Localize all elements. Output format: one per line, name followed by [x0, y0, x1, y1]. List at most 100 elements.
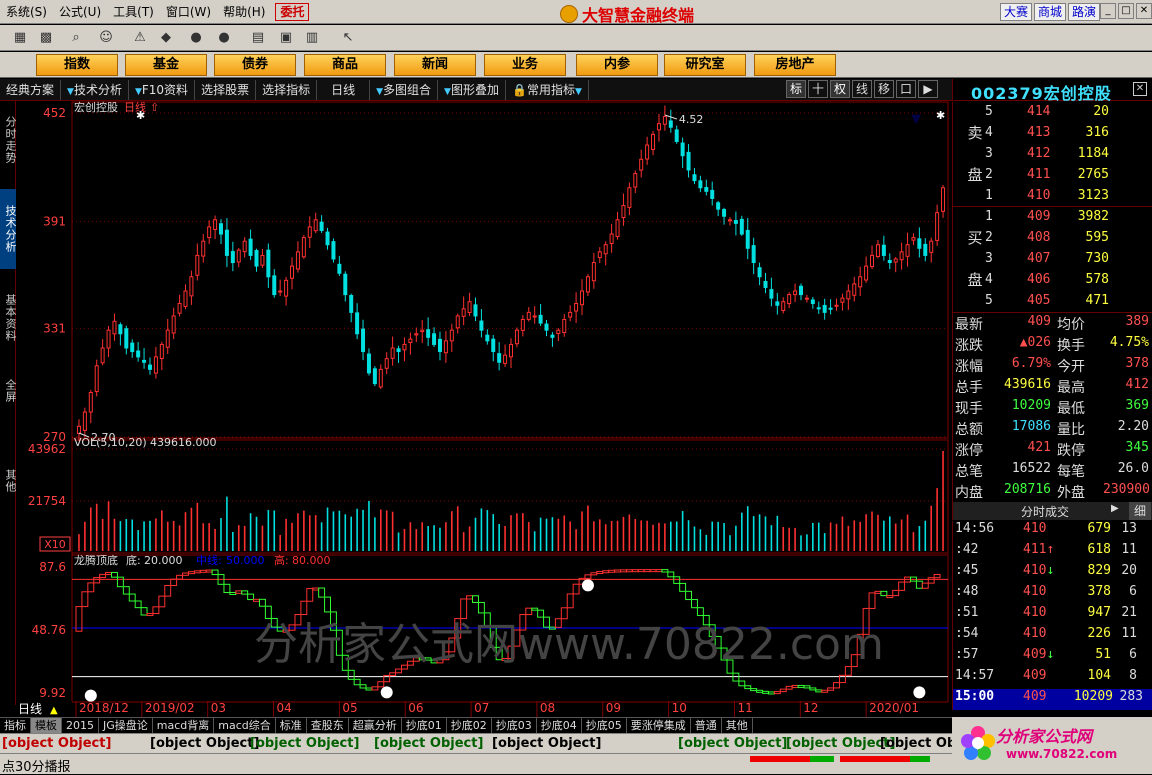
cat-insider[interactable]: 内参	[576, 54, 658, 76]
printer-icon[interactable]: ▤	[248, 28, 268, 48]
cat-commodity[interactable]: 商品	[304, 54, 386, 76]
trade-row[interactable]: :45 410↓ 829 20	[952, 563, 1152, 584]
indicator-tab[interactable]: 标准	[276, 718, 307, 734]
play-icon[interactable]: ▶	[1111, 503, 1119, 514]
indicator-tab[interactable]: macd背离	[153, 718, 215, 734]
minimize-icon[interactable]: _	[1100, 3, 1116, 19]
trade-row[interactable]: :54 410 226 11	[952, 626, 1152, 647]
cat-index[interactable]: 指数	[36, 54, 118, 76]
quote-label: 最新	[955, 317, 983, 333]
candle-body	[290, 265, 295, 279]
cat-bond[interactable]: 债券	[214, 54, 296, 76]
cat-fund[interactable]: 基金	[125, 54, 207, 76]
crosshair-button[interactable]: 十	[808, 80, 828, 98]
indicator-tab[interactable]: 抄底05	[582, 718, 627, 734]
menu-tools[interactable]: 工具(T)	[107, 2, 160, 22]
indicator-tab[interactable]: macd综合	[214, 718, 276, 734]
sell-book-row[interactable]: 3 412 1184	[953, 146, 1151, 167]
indicator-tab[interactable]: 指标	[0, 718, 31, 734]
cat-news[interactable]: 新闻	[394, 54, 476, 76]
indicator-tab[interactable]: 抄底02	[447, 718, 492, 734]
line-button[interactable]: 线	[852, 80, 872, 98]
diamond-icon[interactable]: ◆	[156, 28, 176, 48]
menu-help[interactable]: 帮助(H)	[217, 2, 271, 22]
sell-book-row[interactable]: 5 414 20	[953, 104, 1151, 125]
menu-system[interactable]: 系统(S)	[0, 2, 53, 22]
sell-book-row[interactable]: 2 411 2765	[953, 167, 1151, 188]
grid-icon[interactable]: ▩	[36, 28, 56, 48]
buy-book-row[interactable]: 1 409 3982	[953, 209, 1151, 230]
trades-detail-button[interactable]: 细	[1129, 502, 1151, 520]
indicator-tab[interactable]: 要涨停集成	[627, 718, 691, 734]
next-button[interactable]: ▶	[918, 80, 938, 98]
fb-common-indicator[interactable]: 🔒常用指标▼	[506, 79, 589, 100]
maximize-icon[interactable]: □	[1118, 3, 1134, 19]
x-tick-label: 04	[277, 701, 292, 715]
palette-icon[interactable]: ▦	[10, 28, 30, 48]
link-mall[interactable]: 商城	[1034, 3, 1067, 21]
buy-book-row[interactable]: 4 406 578	[953, 272, 1151, 293]
indicator-tab[interactable]: 模板	[31, 718, 62, 734]
link-roadshow[interactable]: 路演	[1068, 3, 1101, 21]
mark-button[interactable]: 标	[786, 80, 806, 98]
trade-row[interactable]: :42 411↑ 618 11	[952, 542, 1152, 563]
trade-row[interactable]: 14:56 410 679 13	[952, 521, 1152, 542]
red-tool-icon[interactable]: ●	[186, 28, 206, 48]
fb-period[interactable]: 日线	[317, 79, 371, 100]
window-icon[interactable]: ▣	[276, 28, 296, 48]
close-icon[interactable]: ✕	[1136, 3, 1152, 19]
rights-button[interactable]: 权	[830, 80, 850, 98]
fb-select-indicator[interactable]: 选择指标	[256, 79, 318, 100]
cat-business[interactable]: 业务	[484, 54, 566, 76]
trade-button[interactable]: 委托	[275, 2, 310, 21]
side-tab-other[interactable]: 其他	[0, 461, 17, 501]
buy-book-row[interactable]: 2 408 595	[953, 230, 1151, 251]
indicator-tab[interactable]: 其他	[722, 718, 753, 734]
books-icon[interactable]: ▥	[302, 28, 322, 48]
indicator-tab[interactable]: 抄底01	[402, 718, 447, 734]
window-button[interactable]: 口	[896, 80, 916, 98]
people-icon[interactable]: ☺	[96, 28, 116, 48]
trade-row[interactable]: :51 410 947 21	[952, 605, 1152, 626]
indicator-tab[interactable]: 抄底04	[537, 718, 582, 734]
side-tab-fullscreen[interactable]: 全屏	[0, 371, 17, 411]
side-tab-fundamental[interactable]: 基本资料	[0, 283, 17, 353]
fb-select-stock[interactable]: 选择股票	[195, 79, 257, 100]
indicator-tab[interactable]: 2015	[62, 718, 99, 734]
binoculars-icon[interactable]: ⌕	[66, 28, 86, 48]
fb-classic-scheme[interactable]: 经典方案	[0, 79, 62, 100]
trade-row[interactable]: 14:57 409 104 8	[952, 668, 1152, 689]
trade-row[interactable]: 15:00 409 10209 283	[952, 689, 1152, 710]
indicator-tab[interactable]: 超赢分析	[349, 718, 402, 734]
buy-book-row[interactable]: 5 405 471	[953, 293, 1151, 314]
menu-window[interactable]: 窗口(W)	[160, 2, 217, 22]
trades-title[interactable]: 分时成交	[1021, 503, 1069, 520]
fb-f10[interactable]: ▼F10资料	[129, 79, 196, 100]
side-tab-intraday[interactable]: 分时走势	[0, 105, 17, 175]
sell-book-row[interactable]: 4 413 316	[953, 125, 1151, 146]
trade-row[interactable]: :48 410 378 6	[952, 584, 1152, 605]
fb-tech-analysis[interactable]: ▼技术分析	[61, 79, 129, 100]
indicator-tab[interactable]: JG操盘论	[99, 718, 153, 734]
close-panel-icon[interactable]: ✕	[1133, 82, 1147, 96]
cat-realestate[interactable]: 房地产	[754, 54, 836, 76]
indicator-tab[interactable]: 查股东	[307, 718, 349, 734]
blue-tool-icon[interactable]: ●	[214, 28, 234, 48]
move-button[interactable]: 移	[874, 80, 894, 98]
fb-overlay[interactable]: ▼图形叠加	[438, 79, 506, 100]
help-cursor-icon[interactable]: ↖	[338, 28, 358, 48]
indicator-tab[interactable]: 普通	[691, 718, 722, 734]
cat-research[interactable]: 研究室	[664, 54, 746, 76]
indicator-tab[interactable]: 抄底03	[492, 718, 537, 734]
candle-body	[899, 251, 904, 261]
period-label[interactable]: 日线	[18, 702, 42, 716]
sell-book-row[interactable]: 1 410 3123	[953, 188, 1151, 209]
fb-multi-chart[interactable]: ▼多图组合	[370, 79, 439, 100]
alert-icon[interactable]: ⚠	[130, 28, 150, 48]
buy-book-row[interactable]: 3 407 730	[953, 251, 1151, 272]
trade-row[interactable]: :57 409↓ 51 6	[952, 647, 1152, 668]
link-contest[interactable]: 大赛	[1000, 3, 1033, 21]
menu-formula[interactable]: 公式(U)	[53, 2, 107, 22]
side-tab-technical[interactable]: 技术分析	[0, 189, 17, 269]
chart-area[interactable]: 270331391452 宏创控股 日线 ⇧4.522.70✱ ✱ 4396221754…	[16, 101, 952, 717]
